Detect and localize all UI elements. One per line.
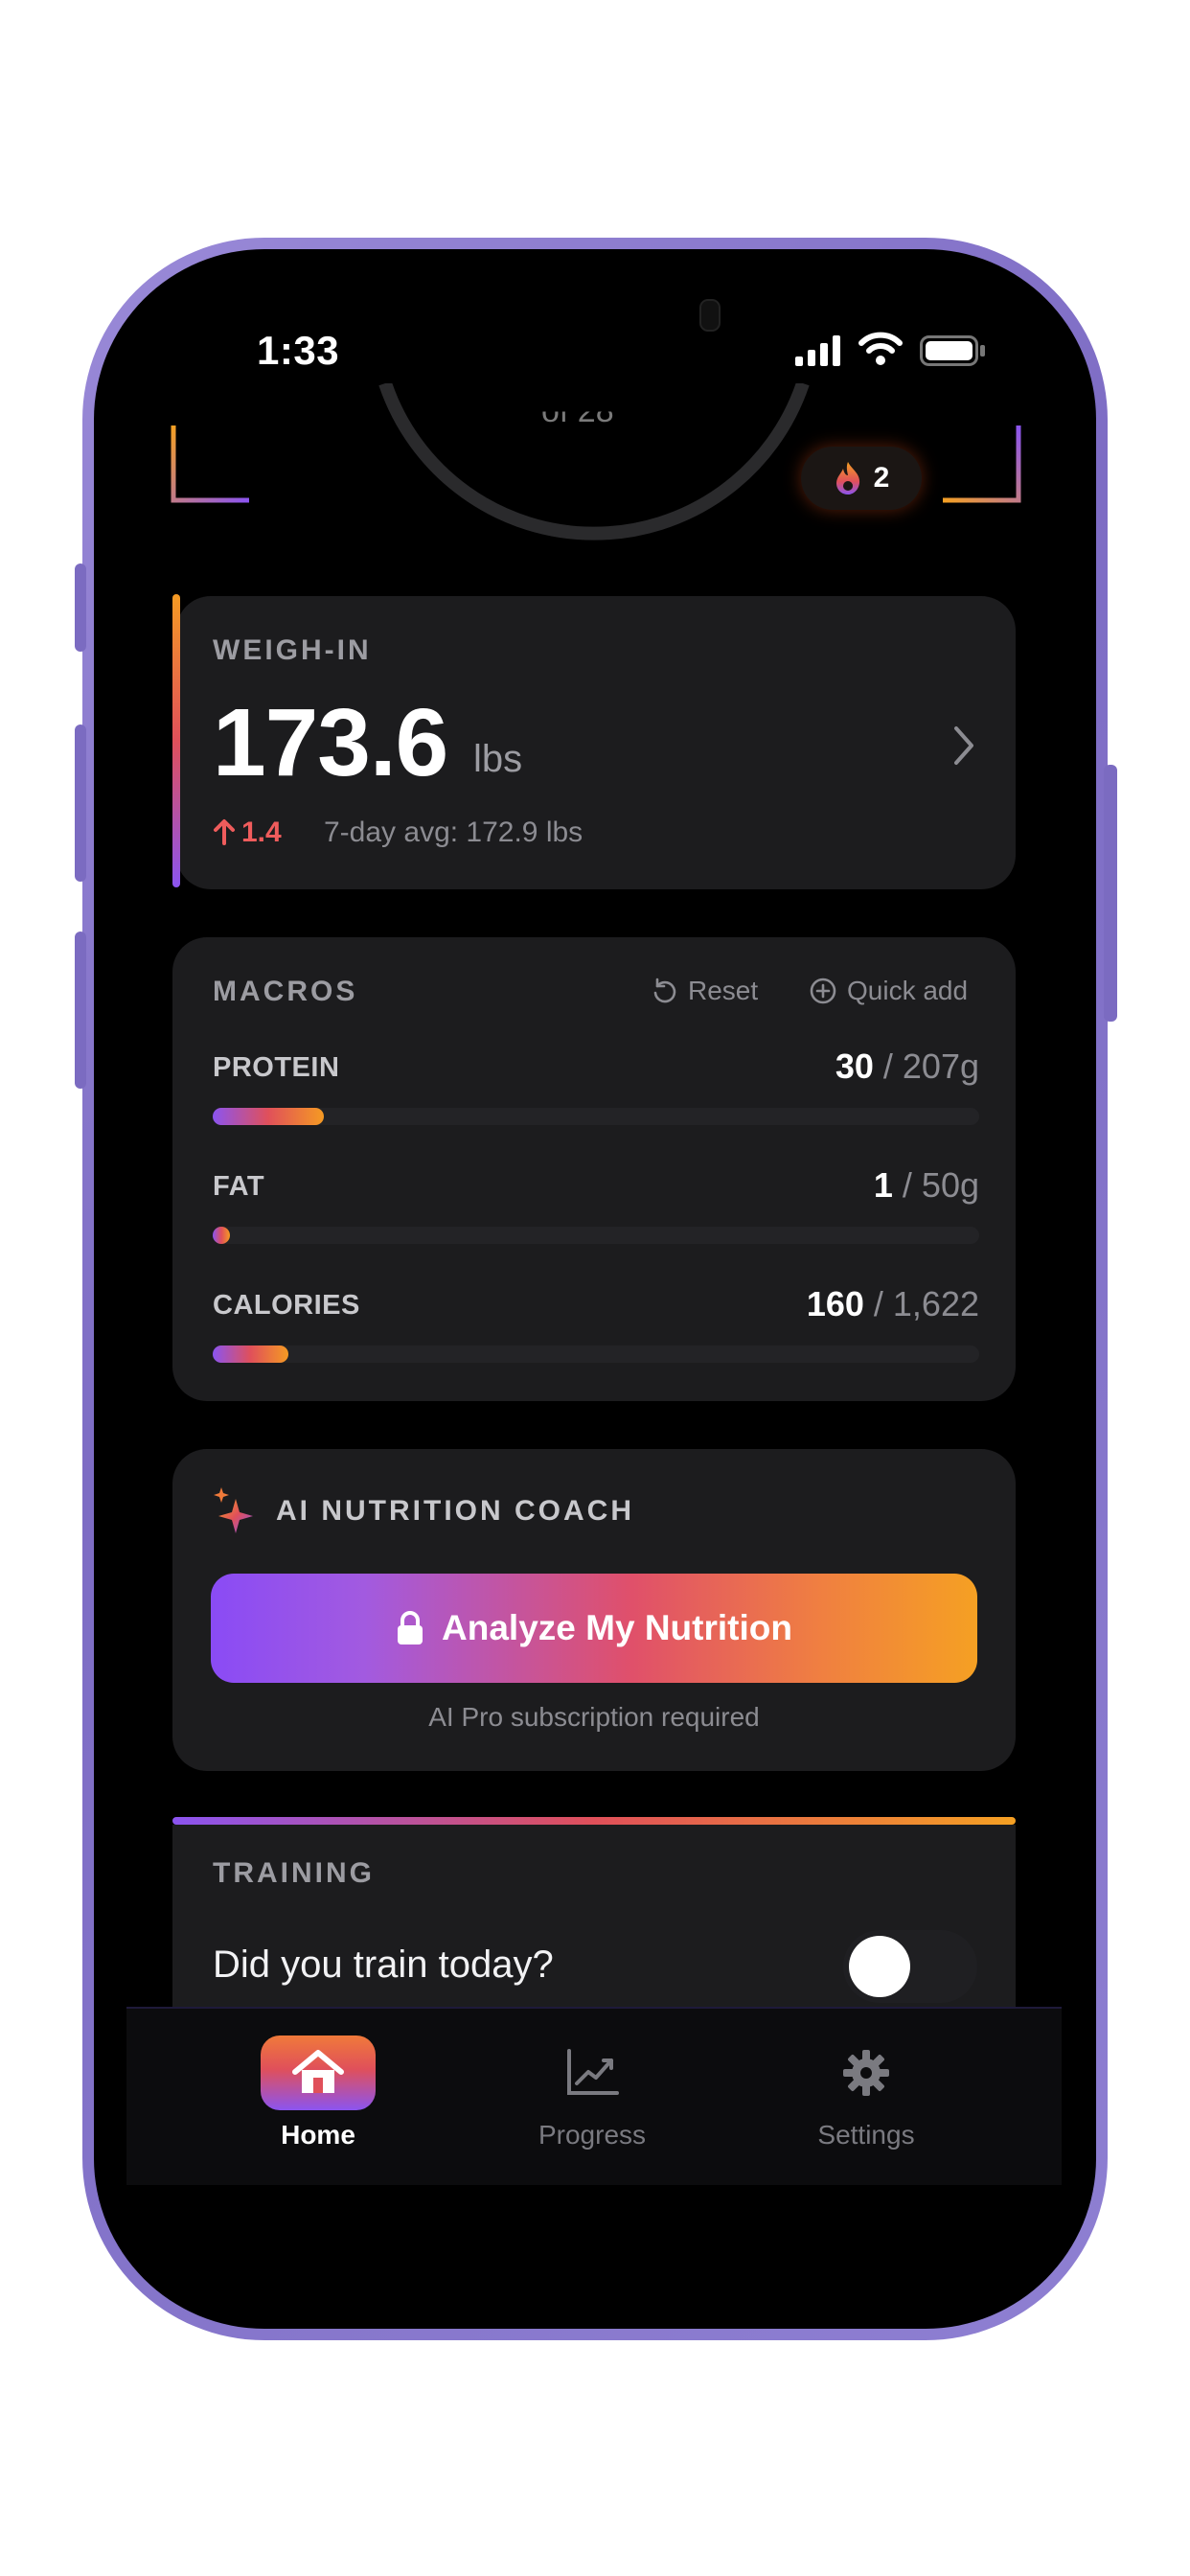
reset-label: Reset bbox=[688, 976, 759, 1005]
signal-icon bbox=[795, 335, 840, 366]
macro-current-protein: 30 bbox=[835, 1046, 874, 1086]
progress-ring-arc bbox=[378, 383, 810, 540]
weight-unit: lbs bbox=[473, 738, 523, 780]
reset-icon bbox=[653, 978, 676, 1003]
sparkle-icon bbox=[214, 1487, 253, 1533]
macro-current-calories: 160 bbox=[806, 1284, 864, 1323]
volume-up-button bbox=[75, 724, 86, 882]
volume-down-button bbox=[75, 932, 86, 1089]
tab-progress[interactable]: Progress bbox=[496, 2036, 688, 2150]
streak-count: 2 bbox=[873, 462, 890, 494]
macro-value-calories: 160 / 1,622 bbox=[692, 1284, 979, 1324]
weight-value: 173.6 bbox=[213, 689, 448, 796]
subscription-note: AI Pro subscription required bbox=[428, 1702, 760, 1732]
macro-label-protein: PROTEIN bbox=[213, 1052, 340, 1083]
plus-circle-icon bbox=[810, 978, 836, 1004]
macro-bar-protein bbox=[213, 1108, 979, 1125]
macro-bar-fill-protein bbox=[213, 1108, 324, 1125]
mute-switch bbox=[75, 564, 86, 652]
streak-badge[interactable]: 2 bbox=[801, 447, 922, 510]
front-camera bbox=[699, 299, 721, 332]
macro-target-fat: / 50g bbox=[892, 1165, 979, 1205]
macro-target-calories: / 1,622 bbox=[863, 1284, 979, 1323]
tab-settings-label: Settings bbox=[817, 2120, 915, 2150]
tab-home[interactable]: Home bbox=[222, 2036, 414, 2150]
quick-add-label: Quick add bbox=[847, 976, 969, 1005]
macro-value-protein: 30 / 207g bbox=[692, 1046, 979, 1087]
macro-current-fat: 1 bbox=[873, 1165, 893, 1205]
macro-bar-fat bbox=[213, 1227, 979, 1244]
reset-button[interactable]: Reset bbox=[650, 976, 758, 1006]
power-button bbox=[1104, 765, 1117, 1022]
tab-bar: Home Progress Settings bbox=[126, 2007, 1062, 2185]
lock-icon bbox=[398, 1611, 423, 1644]
battery-icon bbox=[920, 335, 985, 366]
macro-target-protein: / 207g bbox=[873, 1046, 979, 1086]
analyze-button-label: Analyze My Nutrition bbox=[442, 1608, 792, 1647]
toggle-knob bbox=[849, 1936, 910, 1997]
macro-bar-fill-fat bbox=[213, 1227, 230, 1244]
home-icon-background bbox=[261, 2036, 376, 2110]
ai-coach-title: AI NUTRITION COACH bbox=[276, 1495, 634, 1527]
flame-icon bbox=[835, 462, 859, 494]
frame-corner-right bbox=[943, 426, 1021, 503]
home-icon bbox=[292, 2050, 344, 2093]
weight-7day-avg: 7-day avg: 172.9 lbs bbox=[324, 816, 584, 848]
chart-icon bbox=[567, 2049, 619, 2095]
macro-label-calories: CALORIES bbox=[213, 1290, 360, 1321]
wifi-icon bbox=[858, 332, 903, 365]
trained-today-toggle[interactable] bbox=[843, 1930, 977, 2003]
weight-delta: 1.4 bbox=[213, 816, 282, 849]
quick-add-button[interactable]: Quick add bbox=[809, 976, 968, 1006]
weigh-in-title: WEIGH-IN bbox=[213, 634, 372, 666]
training-accent-line bbox=[172, 1817, 1016, 1825]
tab-settings[interactable]: Settings bbox=[770, 2036, 962, 2150]
training-title: TRAINING bbox=[213, 1857, 375, 1889]
gear-icon bbox=[843, 2050, 889, 2096]
status-time: 1:33 bbox=[257, 328, 340, 373]
weigh-in-accent-bar bbox=[172, 594, 180, 887]
arrow-up-icon bbox=[214, 819, 235, 845]
macro-value-fat: 1 / 50g bbox=[692, 1165, 979, 1206]
macro-label-fat: FAT bbox=[213, 1171, 265, 1202]
macros-title: MACROS bbox=[213, 976, 358, 1007]
chevron-right-icon[interactable] bbox=[950, 724, 977, 767]
tab-home-label: Home bbox=[281, 2120, 355, 2150]
analyze-nutrition-button[interactable]: Analyze My Nutrition bbox=[211, 1574, 977, 1683]
weight-delta-value: 1.4 bbox=[241, 816, 282, 848]
tab-progress-label: Progress bbox=[538, 2120, 647, 2150]
training-question: Did you train today? bbox=[213, 1944, 554, 1986]
macro-bar-calories bbox=[213, 1346, 979, 1363]
macro-bar-fill-calories bbox=[213, 1346, 289, 1363]
frame-corner-left bbox=[171, 426, 249, 503]
